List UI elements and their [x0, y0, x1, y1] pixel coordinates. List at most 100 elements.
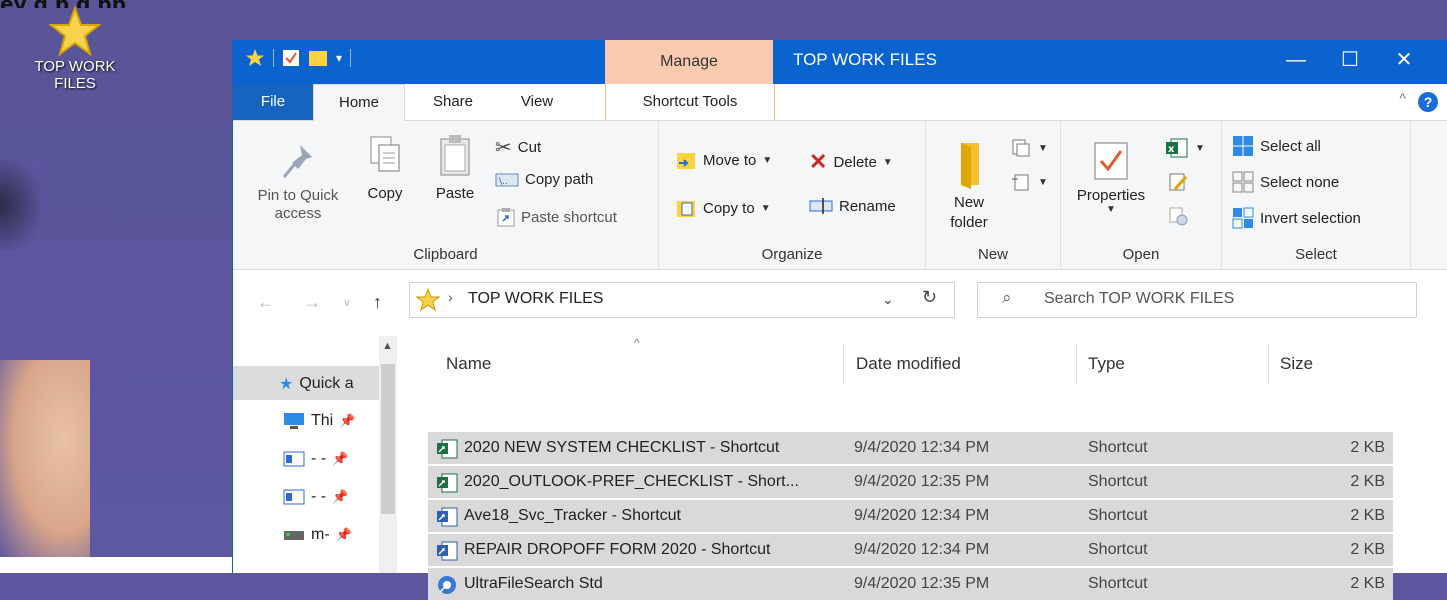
select-group: Select all Select none Invert selection … [1222, 121, 1411, 269]
rename-button[interactable]: Rename [809, 197, 896, 215]
nav-item-quick-access[interactable]: ★ Quick a [279, 374, 354, 394]
pin-to-quick-access-button[interactable]: Pin to Quick access [243, 139, 353, 223]
rename-icon [809, 198, 833, 214]
paste-button[interactable]: Paste [425, 131, 485, 202]
nav-item-drive[interactable]: m- 📌 [283, 526, 352, 544]
tab-home[interactable]: Home [313, 84, 405, 122]
column-divider[interactable] [1076, 344, 1077, 384]
minimize-button[interactable]: — [1269, 40, 1323, 80]
paste-icon [440, 135, 470, 176]
help-button[interactable]: ? [1418, 92, 1438, 112]
recent-locations-chevron-icon[interactable]: ∨ [343, 296, 351, 309]
delete-label: Delete [833, 153, 877, 171]
nav-item-this-pc[interactable]: Thi 📌 [283, 412, 355, 430]
nav-item-doc-2[interactable]: - - 📌 [283, 488, 348, 506]
paste-shortcut-button[interactable]: Paste shortcut [497, 207, 617, 227]
file-date: 9/4/2020 12:34 PM [854, 507, 990, 524]
file-explorer-window: ▾ Manage TOP WORK FILES — ☐ ✕ File Home … [232, 40, 1447, 600]
breadcrumb-top-work-files[interactable]: TOP WORK FILES [468, 290, 603, 308]
maximize-button[interactable]: ☐ [1323, 40, 1377, 80]
properties-label: Properties [1076, 187, 1146, 204]
desktop-icon-top-work-files[interactable]: TOP WORK FILES [20, 6, 130, 92]
new-item-button[interactable]: ▼ [1010, 137, 1048, 159]
db-shortcut-icon [437, 541, 458, 561]
chevron-down-icon: ▼ [1195, 142, 1205, 154]
pin-icon: 📌 [332, 451, 349, 466]
manage-contextual-tab[interactable]: Manage [605, 40, 773, 84]
scroll-up-icon[interactable]: ▲ [382, 340, 393, 352]
copy-to-button[interactable]: Copy to ▼ [675, 197, 771, 219]
tab-file[interactable]: File [233, 84, 313, 120]
open-with-excel-button[interactable]: x ▼ [1165, 137, 1205, 159]
delete-button[interactable]: ✕ Delete ▼ [809, 149, 893, 175]
nav-item-label: - - [311, 488, 327, 505]
back-arrow-icon[interactable]: ← [257, 292, 275, 313]
chevron-down-icon: ▼ [882, 156, 893, 168]
new-folder-button[interactable]: New folder [934, 139, 1004, 233]
copy-path-button[interactable]: \.. Copy path [495, 171, 593, 188]
column-header-name[interactable]: Name [446, 354, 491, 374]
move-to-label: Move to [703, 151, 757, 169]
close-button[interactable]: ✕ [1377, 40, 1431, 80]
edit-button[interactable] [1167, 171, 1189, 193]
file-size: 2 KB [1350, 541, 1385, 558]
file-name: 2020 NEW SYSTEM CHECKLIST - Shortcut [464, 439, 780, 456]
address-dropdown-icon[interactable]: ⌄ [882, 291, 894, 308]
column-divider[interactable] [1268, 344, 1269, 384]
copy-button[interactable]: Copy [357, 131, 413, 202]
properties-button[interactable]: Properties ▼ [1063, 139, 1159, 215]
qat-dropdown-icon[interactable]: ▾ [336, 51, 342, 65]
up-arrow-icon[interactable]: ↑ [373, 292, 382, 313]
copy-label: Copy [367, 185, 403, 202]
nav-item-label: - - [311, 450, 327, 467]
table-row[interactable]: REPAIR DROPOFF FORM 2020 - Shortcut 9/4/… [428, 533, 1393, 566]
forward-arrow-icon[interactable]: → [303, 292, 321, 313]
open-group-label: Open [1122, 246, 1160, 263]
history-button[interactable] [1167, 205, 1189, 227]
table-row[interactable]: 2020 NEW SYSTEM CHECKLIST - Shortcut 9/4… [428, 431, 1393, 464]
file-list: ^ Name Date modified Type Size 2020 NEW … [428, 336, 1428, 600]
open-group: Properties ▼ x ▼ Open [1061, 121, 1222, 269]
star-icon [416, 288, 440, 312]
quick-access-toolbar: ▾ [245, 48, 352, 68]
search-box[interactable]: ⌕ Search TOP WORK FILES [977, 282, 1417, 318]
star-icon[interactable] [245, 48, 265, 68]
move-to-icon [677, 153, 695, 169]
file-name: REPAIR DROPOFF FORM 2020 - Shortcut [464, 541, 771, 558]
address-row: ← → ∨ ↑ › TOP WORK FILES ⌄ ↻ ⌕ Search TO… [233, 270, 1447, 336]
table-row[interactable]: UltraFileSearch Std 9/4/2020 12:35 PM Sh… [428, 567, 1393, 600]
select-all-icon [1233, 136, 1253, 156]
table-row[interactable]: 2020_OUTLOOK-PREF_CHECKLIST - Short... 9… [428, 465, 1393, 498]
nav-scroll-thumb[interactable] [381, 364, 395, 514]
table-row[interactable]: Ave18_Svc_Tracker - Shortcut 9/4/2020 12… [428, 499, 1393, 532]
pc-icon [284, 413, 304, 429]
file-type: Shortcut [1088, 473, 1148, 490]
breadcrumb-separator-icon: › [448, 289, 453, 305]
tab-shortcut-tools[interactable]: Shortcut Tools [605, 84, 775, 120]
refresh-icon[interactable]: ↻ [922, 287, 937, 308]
new-folder-icon[interactable] [308, 49, 328, 67]
move-to-button[interactable]: Move to ▼ [675, 149, 772, 171]
properties-check-icon[interactable] [282, 49, 300, 67]
tab-share[interactable]: Share [413, 84, 493, 120]
copy-to-label: Copy to [703, 199, 755, 217]
invert-selection-button[interactable]: Invert selection [1232, 207, 1361, 229]
select-none-icon [1232, 171, 1254, 193]
column-header-date-modified[interactable]: Date modified [856, 354, 961, 374]
tab-view[interactable]: View [497, 84, 577, 120]
collapse-ribbon-icon[interactable]: ^ [1399, 90, 1406, 106]
column-header-type[interactable]: Type [1088, 354, 1125, 374]
select-none-button[interactable]: Select none [1232, 171, 1339, 193]
copy-path-label: Copy path [525, 171, 594, 188]
file-date: 9/4/2020 12:35 PM [854, 473, 990, 490]
easy-access-button[interactable]: ▼ [1010, 171, 1048, 193]
cut-button[interactable]: ✂ Cut [495, 135, 541, 160]
column-header-size[interactable]: Size [1280, 354, 1313, 374]
nav-item-doc-1[interactable]: - - 📌 [283, 450, 348, 468]
nav-scrollbar[interactable]: ▲ [379, 336, 397, 573]
address-bar[interactable]: › TOP WORK FILES ⌄ ↻ [409, 282, 955, 318]
column-divider[interactable] [843, 344, 844, 384]
select-all-button[interactable]: Select all [1232, 135, 1321, 157]
organize-group: Move to ▼ Copy to ▼ ✕ Delete ▼ Rename Or… [659, 121, 926, 269]
file-type: Shortcut [1088, 507, 1148, 524]
